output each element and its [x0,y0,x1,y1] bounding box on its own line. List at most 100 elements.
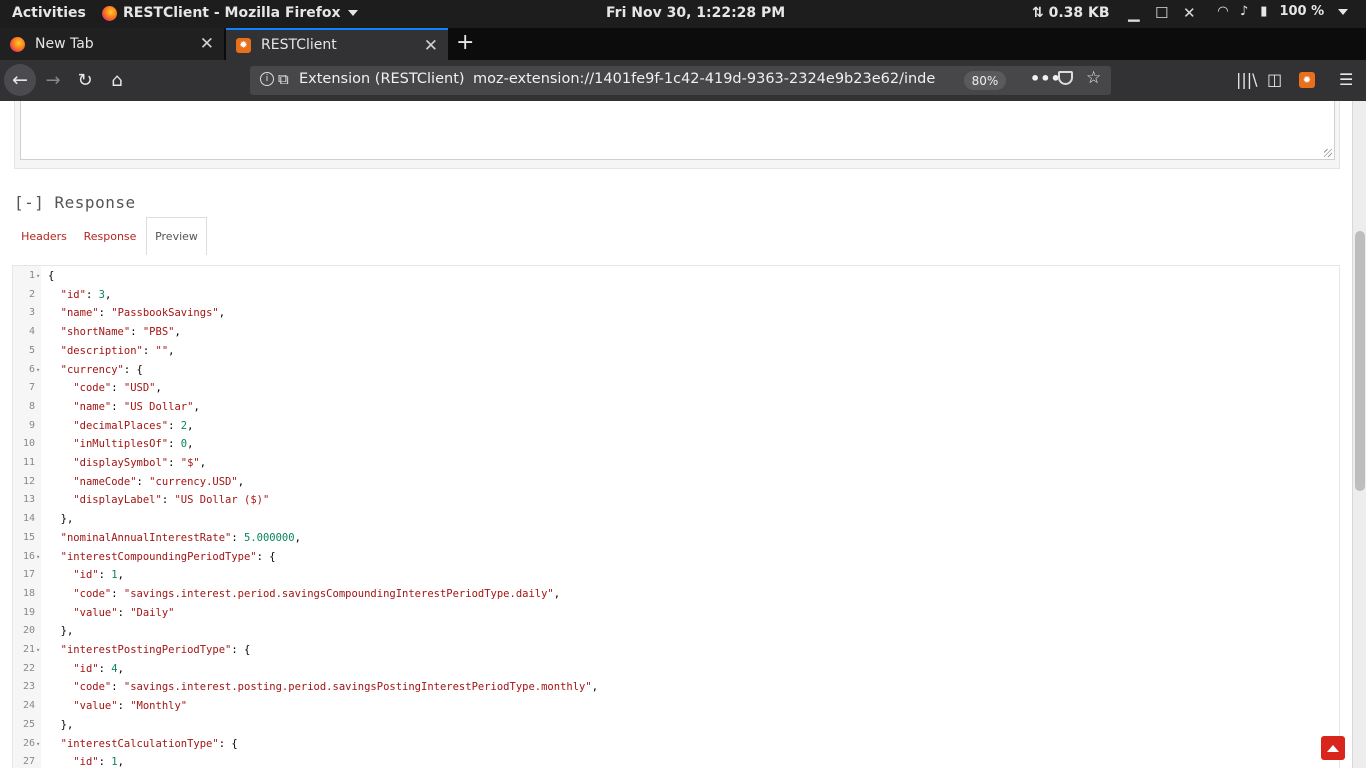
close-icon[interactable]: ✕ [424,36,438,56]
app-title: RESTClient - Mozilla Firefox [123,5,341,21]
close-icon[interactable]: ✕ [200,34,214,54]
line-number: 3 [28,307,35,319]
tab-title: RESTClient [261,37,337,53]
line-number: 11 [22,457,35,468]
library-icon[interactable]: |||\ [1236,70,1258,89]
identity-label[interactable]: Extension (RESTClient) [299,71,465,87]
fold-toggle-icon[interactable]: ▾ [36,740,40,748]
restclient-icon: ✹ [236,37,251,53]
code-text: "id": 4, [73,662,124,675]
line-number: 17 [22,569,35,581]
page-content: [-] Response Headers Response Preview 1 ▾… [0,101,1352,768]
code-text: }, [48,625,74,638]
code-text: "displayLabel": "US Dollar ($)" [73,494,270,507]
code-text: "code": "USD", [73,382,162,395]
code-text: "interestCompoundingPeriodType": { [60,550,276,563]
line-number: 7 [28,382,35,394]
restclient-icon[interactable]: ✹ [1299,72,1315,88]
pocket-icon[interactable] [1058,71,1073,85]
response-heading[interactable]: [-] Response [14,193,136,212]
hamburger-menu-icon[interactable]: ☰ [1339,70,1353,89]
clock[interactable]: Fri Nov 30, 1:22:28 PM [606,5,785,21]
request-body-panel [14,101,1340,169]
code-text: "nameCode": "currency.USD", [73,475,245,488]
zoom-indicator[interactable]: 80% [964,71,1006,90]
sidebar-icon[interactable]: ◫ [1267,70,1282,89]
code-text: "interestCalculationType": { [60,737,238,750]
fold-toggle-icon[interactable]: ▾ [36,366,40,374]
code-text: "id": 1, [73,569,124,582]
minimize-icon[interactable]: ▁ [1128,4,1140,22]
wifi-icon: ◠ [1218,4,1228,19]
code-text: "id": 3, [60,288,112,301]
line-number: 27 [22,756,35,768]
system-tray[interactable]: ◠ ♪ ▮ 100 % [1218,4,1349,19]
code-text: "inMultiplesOf": 0, [73,438,194,451]
tab-response[interactable]: Response [78,217,142,255]
code-text: "name": "US Dollar", [73,400,200,413]
line-number: 25 [22,718,35,730]
tab-new-tab[interactable]: New Tab ✕ [0,28,224,60]
tab-title: New Tab [35,36,94,52]
request-body-textarea[interactable] [20,101,1335,160]
line-number: 1 [28,270,35,281]
line-number: 14 [22,513,35,525]
firefox-icon [102,5,117,21]
reload-icon[interactable]: ↻ [74,69,96,91]
maximize-icon[interactable]: ☐ [1155,4,1168,22]
line-number: 6 [28,363,35,375]
code-text: "currency": { [60,363,143,376]
activities-button[interactable]: Activities [12,5,86,21]
fold-toggle-icon[interactable]: ▾ [36,646,40,654]
line-number: 19 [22,606,35,618]
new-tab-icon[interactable]: + [456,30,474,55]
fold-toggle-icon[interactable]: ▾ [36,553,40,561]
close-window-icon[interactable]: ✕ [1183,4,1196,22]
page-scrollbar[interactable] [1352,101,1366,768]
code-text: "code": "savings.interest.posting.period… [73,681,599,694]
line-number: 2 [28,288,35,300]
code-text: "decimalPlaces": 2, [73,419,194,432]
system-top-bar: Activities RESTClient - Mozilla Firefox … [0,0,1366,28]
page-actions-icon[interactable]: ••• [1030,69,1061,88]
code-text: }, [48,513,74,526]
resize-handle-icon[interactable] [1324,149,1332,157]
code-text: "code": "savings.interest.period.savings… [73,587,561,600]
app-menu[interactable]: RESTClient - Mozilla Firefox [102,5,359,21]
scroll-thumb[interactable] [1355,231,1365,491]
code-text: "id": 1, [73,756,124,768]
tab-preview[interactable]: Preview [146,217,207,255]
net-speed: ⇅ 0.38 KB [1032,5,1110,21]
bookmark-star-icon[interactable]: ☆ [1086,68,1101,88]
code-text: "displaySymbol": "$", [73,457,207,469]
line-number: 4 [28,326,35,338]
tab-restclient[interactable]: ✹ RESTClient ✕ [226,28,448,60]
line-number: 13 [22,494,35,506]
line-number: 12 [22,475,35,487]
address-bar[interactable]: i ⧉ Extension (RESTClient) moz-extension… [250,66,1111,95]
battery-level: 100 % [1279,4,1325,19]
code-text: "nominalAnnualInterestRate": 5.000000, [60,531,301,544]
back-arrow-icon[interactable]: ← [4,64,36,96]
line-number: 10 [22,438,35,450]
forward-arrow-icon[interactable]: → [42,69,64,91]
battery-icon: ▮ [1260,4,1268,19]
home-icon[interactable]: ⌂ [106,69,128,91]
code-text: "shortName": "PBS", [60,326,181,339]
code-text: "value": "Daily" [73,606,175,619]
line-number: 24 [22,700,35,712]
tab-headers[interactable]: Headers [14,217,74,255]
json-preview[interactable]: 1 ▾{2 "id": 3, 3 "name": "PassbookSavings"… [12,265,1340,768]
scroll-to-top-button[interactable] [1321,736,1345,760]
firefox-icon [10,36,25,52]
line-number: 22 [22,662,35,674]
info-icon[interactable]: i [260,72,274,86]
line-number: 9 [28,419,35,431]
chevron-down-icon [348,10,359,16]
line-number: 18 [22,587,35,599]
url-input[interactable]: moz-extension://1401fe9f-1c42-419d-9363-… [473,71,935,87]
code-text: }, [48,718,74,731]
volume-icon: ♪ [1240,4,1249,19]
fold-toggle-icon[interactable]: ▾ [36,272,40,280]
line-number: 20 [22,625,35,637]
